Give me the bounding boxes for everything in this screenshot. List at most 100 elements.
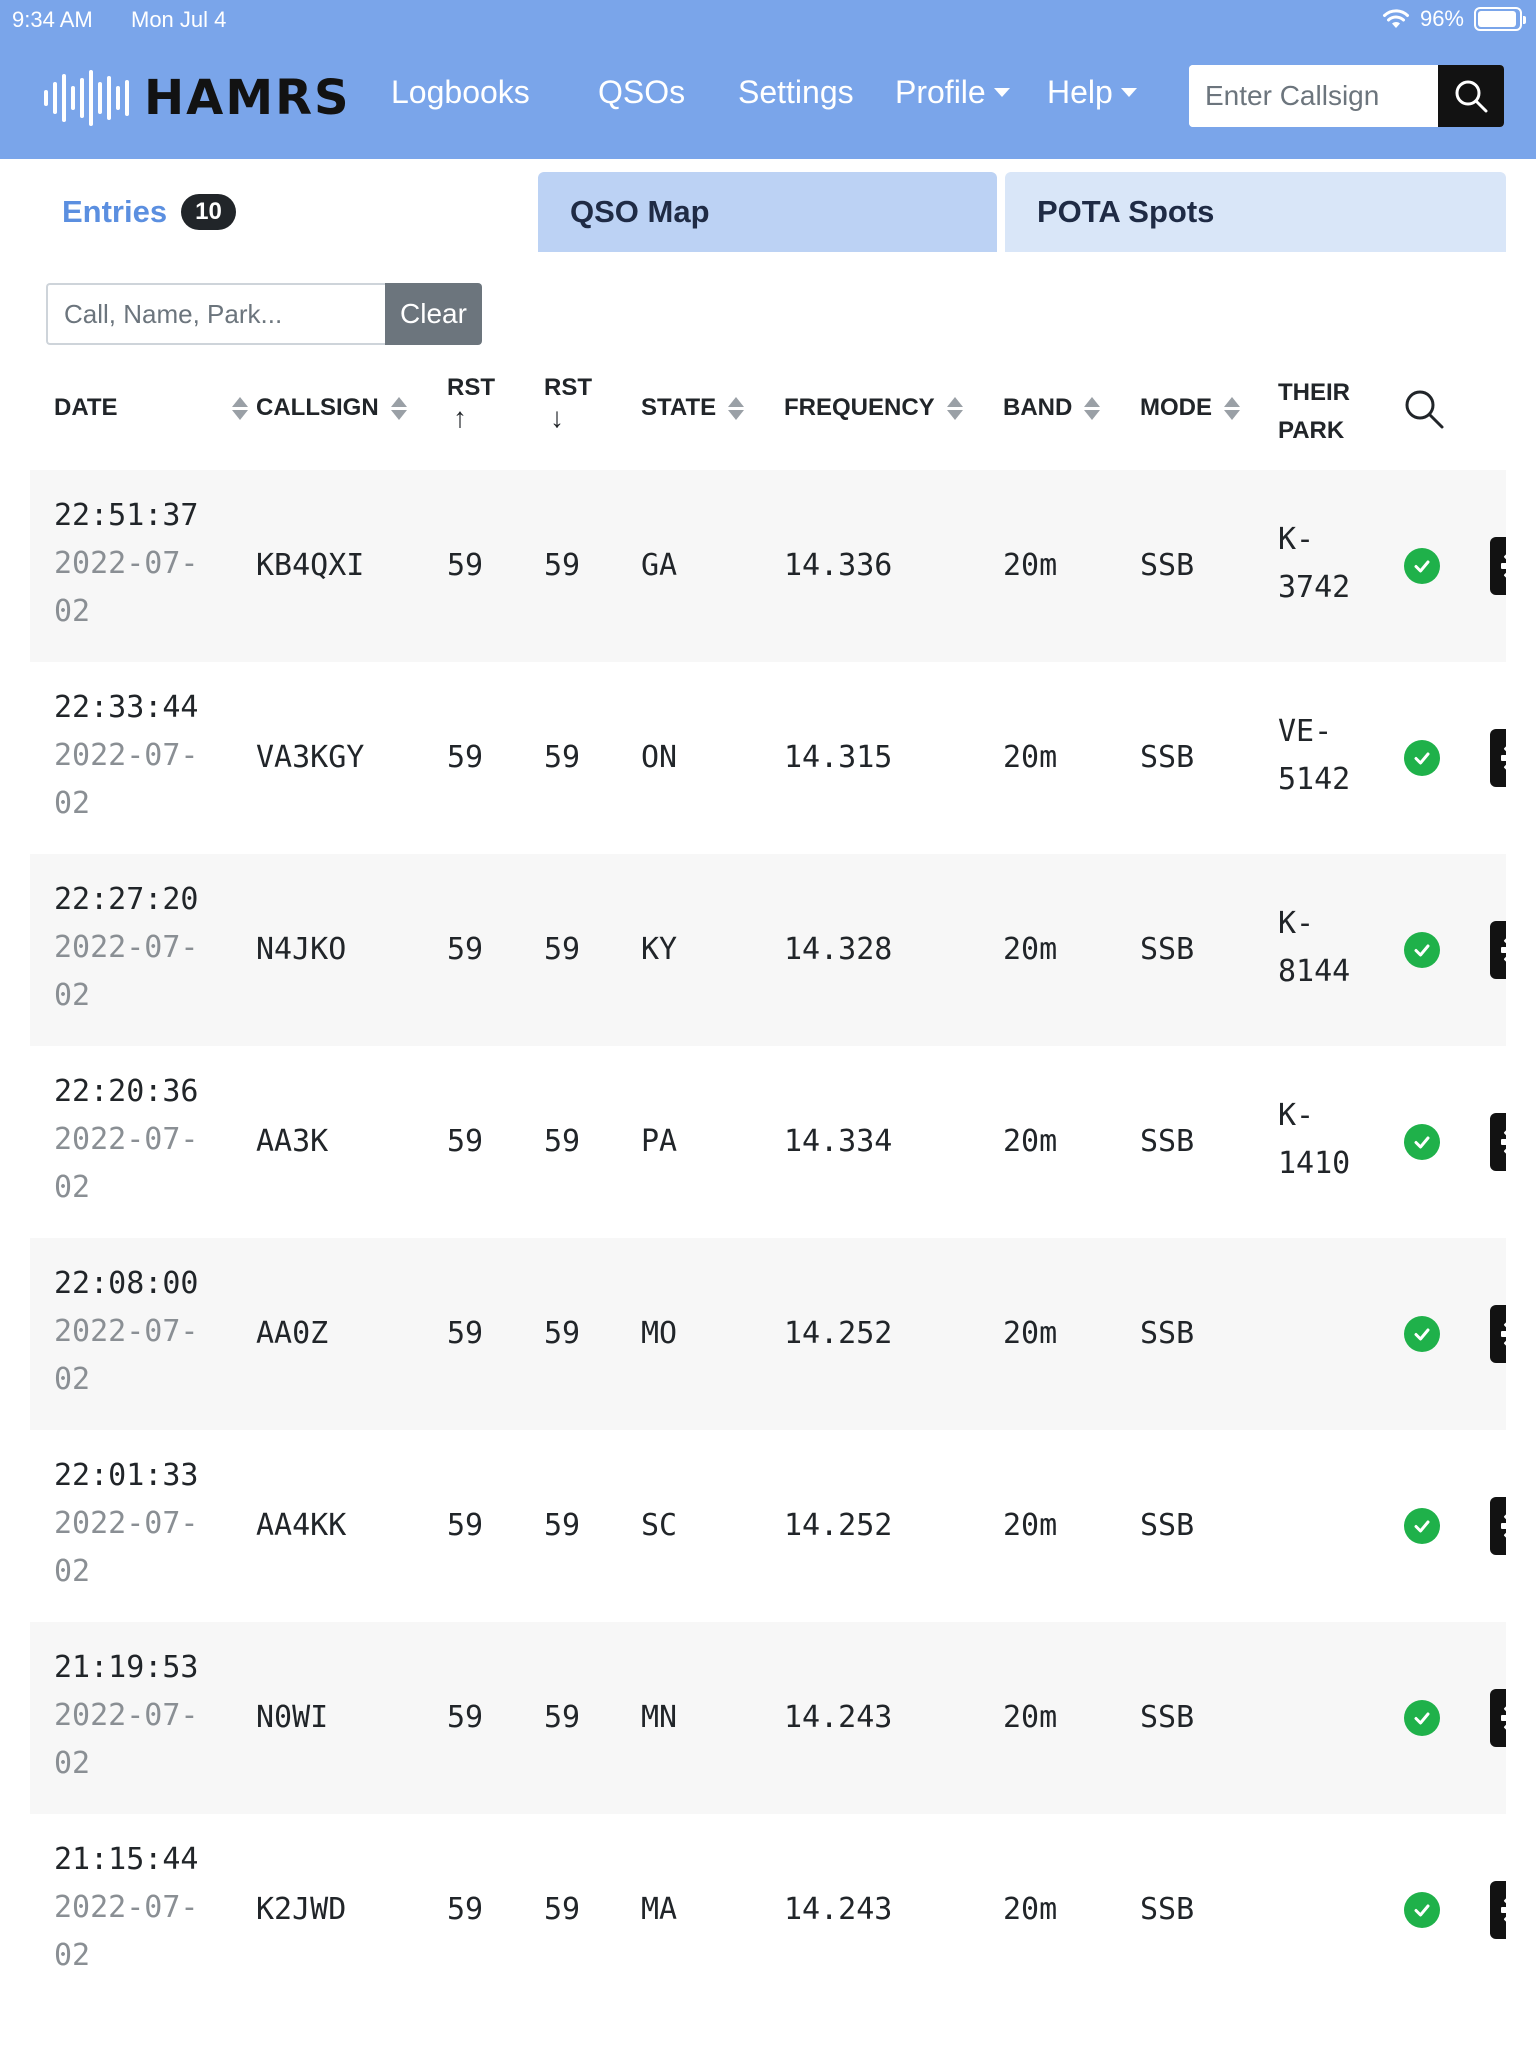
callsign-search-input[interactable] <box>1189 65 1438 127</box>
entry-callsign: N0WI <box>256 1700 329 1735</box>
entry-date: 2022-07- <box>54 1314 199 1349</box>
gear-icon <box>1501 1896 1506 1924</box>
table-row[interactable]: 21:15:44 2022-07- 02 K2JWD 59 59 MA 14.2… <box>30 1814 1506 2006</box>
check-circle-icon <box>1404 1892 1440 1928</box>
tab-entries[interactable]: Entries 10 <box>30 172 530 252</box>
entry-frequency: 14.328 <box>784 932 893 967</box>
table-row[interactable]: 22:51:37 2022-07- 02 KB4QXI 59 59 GA 14.… <box>30 470 1506 662</box>
app-header: 9:34 AM Mon Jul 4 96% HAMRS Logbooks QSO… <box>0 0 1536 159</box>
entry-date-day: 02 <box>54 786 91 821</box>
logbook-tabs: Entries 10 QSO Map POTA Spots <box>30 172 1506 252</box>
entry-rst-sent: 59 <box>447 1316 484 1351</box>
gear-icon <box>1501 552 1506 580</box>
entry-frequency: 14.252 <box>784 1508 893 1543</box>
col-state[interactable]: STATE <box>641 394 745 422</box>
entry-date: 2022-07- <box>54 1698 199 1733</box>
entry-rst-sent: 59 <box>447 1124 484 1159</box>
entry-state: GA <box>641 548 678 583</box>
row-settings-button[interactable] <box>1490 1881 1506 1939</box>
check-circle-icon <box>1404 548 1440 584</box>
table-row[interactable]: 22:27:20 2022-07- 02 N4JKO 59 59 KY 14.3… <box>30 854 1506 1046</box>
entry-date-day: 02 <box>54 1938 91 1973</box>
gear-icon <box>1501 1512 1506 1540</box>
gear-icon <box>1501 1320 1506 1348</box>
arrow-up-icon: ↑ <box>453 402 467 433</box>
col-state-label: STATE <box>641 394 717 421</box>
check-circle-icon <box>1404 932 1440 968</box>
entry-date-day: 02 <box>54 1170 91 1205</box>
entry-time: 21:15:44 <box>54 1842 199 1877</box>
entry-band: 20m <box>1003 1892 1058 1927</box>
nav-profile[interactable]: Profile <box>895 74 1010 111</box>
status-time: 9:34 AM <box>12 7 93 32</box>
table-row[interactable]: 22:33:44 2022-07- 02 VA3KGY 59 59 ON 14.… <box>30 662 1506 854</box>
col-callsign-label: CALLSIGN <box>256 394 379 421</box>
check-circle-icon <box>1404 740 1440 776</box>
wifi-icon <box>1382 9 1409 28</box>
col-mode[interactable]: MODE <box>1140 394 1240 422</box>
table-row[interactable]: 22:01:33 2022-07- 02 AA4KK 59 59 SC 14.2… <box>30 1430 1506 1622</box>
battery-percent: 96% <box>1419 6 1464 31</box>
tab-pota-spots[interactable]: POTA Spots <box>1005 172 1506 252</box>
entry-rst-sent: 59 <box>447 740 484 775</box>
table-row[interactable]: 22:08:00 2022-07- 02 AA0Z 59 59 MO 14.25… <box>30 1238 1506 1430</box>
nav-logbooks[interactable]: Logbooks <box>391 74 530 111</box>
row-settings-button[interactable] <box>1490 1497 1506 1555</box>
search-icon <box>1455 80 1488 113</box>
entry-rst-sent: 59 <box>447 1508 484 1543</box>
entry-frequency: 14.252 <box>784 1316 893 1351</box>
tab-qso-map[interactable]: QSO Map <box>538 172 997 252</box>
row-settings-button[interactable] <box>1490 1305 1506 1363</box>
entry-mode: SSB <box>1140 932 1195 967</box>
nav-help[interactable]: Help <box>1047 74 1137 111</box>
col-callsign[interactable]: CALLSIGN <box>256 394 407 422</box>
check-circle-icon <box>1404 1508 1440 1544</box>
row-settings-button[interactable] <box>1490 1113 1506 1171</box>
col-date[interactable]: DATE <box>54 394 254 422</box>
entry-time: 21:19:53 <box>54 1650 199 1685</box>
table-row[interactable]: 21:19:53 2022-07- 02 N0WI 59 59 MN 14.24… <box>30 1622 1506 1814</box>
filter-input[interactable] <box>46 283 385 345</box>
table-header: DATE CALLSIGN RST ↑ RST ↓ STATE FREQUENC… <box>30 362 1506 472</box>
row-settings-button[interactable] <box>1490 729 1506 787</box>
row-settings-button[interactable] <box>1490 537 1506 595</box>
entry-time: 22:20:36 <box>54 1074 199 1109</box>
entry-callsign: K2JWD <box>256 1892 347 1927</box>
gear-icon <box>1501 1704 1506 1732</box>
entry-rst-sent: 59 <box>447 548 484 583</box>
col-their-park[interactable]: THEIR PARK <box>1278 374 1350 450</box>
col-rst-rcvd[interactable]: RST ↓ <box>544 374 592 434</box>
brand-logo[interactable]: HAMRS <box>42 70 351 126</box>
col-frequency[interactable]: FREQUENCY <box>784 394 963 422</box>
entry-park: K- <box>1278 522 1315 557</box>
row-settings-button[interactable] <box>1490 921 1506 979</box>
nav-qsos[interactable]: QSOs <box>598 74 685 111</box>
clear-button[interactable]: Clear <box>385 283 482 345</box>
entries-count-badge: 10 <box>181 194 236 230</box>
entry-park: K- <box>1278 906 1315 941</box>
gear-icon <box>1501 1128 1506 1156</box>
check-circle-icon <box>1404 1124 1440 1160</box>
col-rst-sent[interactable]: RST ↑ <box>447 374 495 434</box>
brand-name: HAMRS <box>144 70 351 126</box>
col-their-park-label-2: PARK <box>1278 417 1345 444</box>
entry-mode: SSB <box>1140 1124 1195 1159</box>
entry-park-number: 8144 <box>1278 954 1351 989</box>
nav-settings[interactable]: Settings <box>738 74 854 111</box>
entry-date: 2022-07- <box>54 1890 199 1925</box>
search-icon[interactable] <box>1403 388 1445 430</box>
row-settings-button[interactable] <box>1490 1689 1506 1747</box>
tab-entries-label: Entries <box>62 194 168 229</box>
entry-date-day: 02 <box>54 594 91 629</box>
table-row[interactable]: 22:20:36 2022-07- 02 AA3K 59 59 PA 14.33… <box>30 1046 1506 1238</box>
callsign-search-button[interactable] <box>1438 65 1504 127</box>
entry-callsign: N4JKO <box>256 932 347 967</box>
entry-mode: SSB <box>1140 1316 1195 1351</box>
entry-callsign: VA3KGY <box>256 740 365 775</box>
arrow-down-icon: ↓ <box>550 402 564 433</box>
col-band[interactable]: BAND <box>1003 394 1101 422</box>
entry-park-number: 3742 <box>1278 570 1351 605</box>
entry-rst-sent: 59 <box>447 1700 484 1735</box>
nav-profile-label: Profile <box>895 74 986 110</box>
entry-frequency: 14.336 <box>784 548 893 583</box>
